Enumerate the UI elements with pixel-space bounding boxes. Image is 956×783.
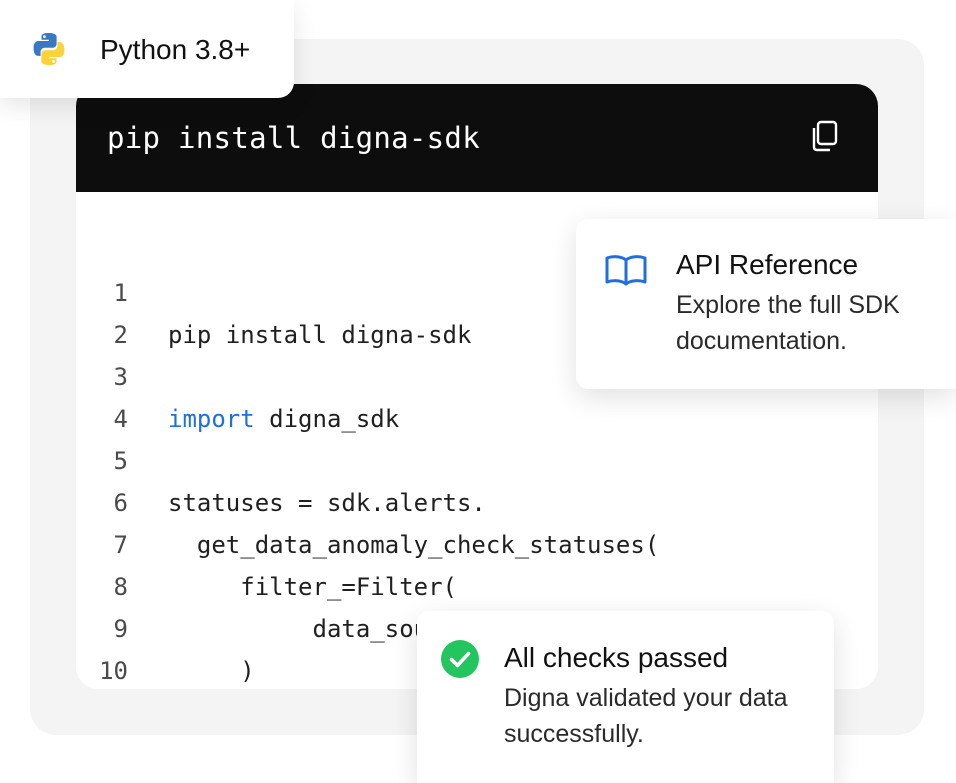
checks-title: All checks passed [504,642,729,673]
api-reference-card[interactable]: API Reference Explore the full SDK docum… [576,219,956,389]
python-version-badge: Python 3.8+ [0,0,294,98]
copy-icon [812,120,838,152]
code-line: 8 data_source_id=12, [76,524,878,643]
copy-button[interactable] [806,118,842,154]
api-reference-description: Explore the full SDK documentation. [676,291,900,355]
check-circle-icon [441,640,479,678]
code-line: 5 statuses = sdk.alerts. [76,398,878,517]
checks-status-card: All checks passed Digna validated your d… [417,611,834,783]
code-text: ) [168,657,255,685]
code-line: 9 ) [76,566,878,685]
code-line: 7 filter_=Filter( [76,482,878,601]
book-icon [605,255,647,286]
checks-description: Digna validated your data successfully. [504,684,788,748]
code-line: 6 get_data_anomaly_check_statuses( [76,440,878,559]
python-version-label: Python 3.8+ [100,34,251,65]
api-reference-title: API Reference [676,249,859,280]
install-command: pip install digna-sdk [107,121,480,155]
python-logo-icon [33,33,65,65]
code-header: pip install digna-sdk [76,84,878,192]
line-number: 10 [99,657,128,685]
